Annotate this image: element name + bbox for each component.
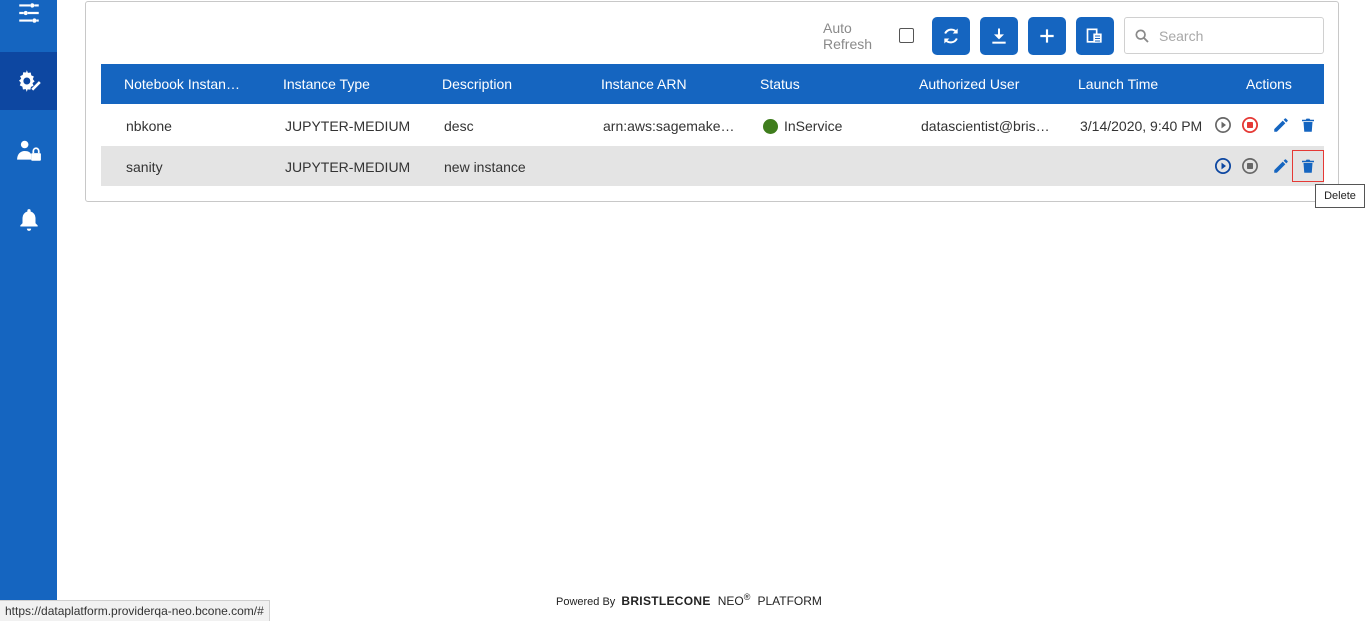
stop-button[interactable] — [1240, 156, 1260, 176]
export-icon — [1086, 28, 1102, 43]
footer-registered-mark: ® — [743, 592, 751, 602]
footer-neo: NEO® — [717, 592, 751, 608]
cell-launch-time: 3/14/2020, 9:40 PM — [1080, 118, 1203, 134]
start-button[interactable] — [1213, 115, 1233, 135]
column-header-launch-time[interactable]: Launch Time — [1078, 76, 1158, 92]
play-circle-icon — [1214, 157, 1232, 175]
refresh-icon — [944, 28, 958, 44]
sidebar-item-settings[interactable] — [0, 52, 57, 110]
stop-circle-icon — [1241, 116, 1259, 134]
pencil-icon — [1274, 159, 1288, 173]
start-button[interactable] — [1213, 156, 1233, 176]
gear-settings-icon — [18, 70, 41, 92]
footer: Powered By BRISTLECONE NEO® PLATFORM — [556, 592, 822, 608]
column-header-instance-arn[interactable]: Instance ARN — [601, 76, 687, 92]
user-lock-icon — [16, 140, 41, 161]
edit-button[interactable] — [1271, 156, 1291, 176]
table-header: Notebook Instan… Instance Type Descripti… — [101, 64, 1324, 104]
footer-brand-logo: BRISTLECONE — [621, 594, 711, 608]
auto-refresh-label-line2: Refresh — [823, 36, 873, 52]
auto-refresh-checkbox[interactable] — [899, 28, 914, 43]
plus-icon — [1040, 29, 1054, 43]
export-button[interactable] — [1076, 17, 1114, 55]
trash-icon — [1302, 118, 1314, 132]
sidebar-item-notifications[interactable] — [0, 191, 57, 249]
column-header-description[interactable]: Description — [442, 76, 512, 92]
table-row: nbkone JUPYTER-MEDIUM desc arn:aws:sagem… — [101, 105, 1324, 145]
browser-status-url: https://dataplatform.providerqa-neo.bcon… — [0, 600, 270, 621]
sidebar-item-pipelines[interactable] — [0, 0, 57, 42]
column-header-instance-type[interactable]: Instance Type — [283, 76, 370, 92]
trash-icon — [1302, 159, 1314, 173]
sidebar-item-user-access[interactable] — [0, 122, 57, 180]
stop-button[interactable] — [1240, 115, 1260, 135]
refresh-button[interactable] — [932, 17, 970, 55]
cell-type: JUPYTER-MEDIUM — [285, 118, 411, 134]
cell-status: InService — [763, 118, 903, 134]
cell-type: JUPYTER-MEDIUM — [285, 159, 411, 175]
footer-platform: PLATFORM — [757, 594, 822, 608]
stop-circle-icon — [1242, 158, 1258, 174]
sidebar — [0, 0, 57, 621]
bell-icon — [19, 209, 38, 231]
delete-button[interactable] — [1292, 150, 1324, 182]
download-icon — [992, 28, 1006, 44]
cell-name: sanity — [126, 159, 163, 175]
play-circle-icon — [1215, 117, 1231, 133]
delete-button[interactable] — [1298, 115, 1318, 135]
table-row: sanity JUPYTER-MEDIUM new instance — [101, 146, 1324, 186]
status-indicator — [763, 119, 778, 134]
notebook-instances-panel: Auto Refresh Notebook Instan… Instance T… — [85, 1, 1339, 202]
column-header-authorized-user[interactable]: Authorized User — [919, 76, 1019, 92]
delete-tooltip: Delete — [1315, 184, 1365, 208]
edit-button[interactable] — [1271, 115, 1291, 135]
footer-neo-text: NEO — [717, 594, 744, 608]
column-header-actions: Actions — [1246, 76, 1292, 92]
cell-description: desc — [444, 118, 474, 134]
search-box — [1124, 17, 1324, 54]
column-header-notebook-instance[interactable]: Notebook Instan… — [124, 76, 240, 92]
search-icon — [1135, 29, 1149, 43]
cell-authorized-user: datascientist@bris… — [921, 118, 1050, 134]
sliders-icon — [18, 3, 39, 23]
download-button[interactable] — [980, 17, 1018, 55]
auto-refresh-label-line1: Auto — [823, 20, 852, 36]
cell-name: nbkone — [126, 118, 172, 134]
column-header-status[interactable]: Status — [760, 76, 800, 92]
add-instance-button[interactable] — [1028, 17, 1066, 55]
pencil-icon — [1274, 118, 1288, 132]
auto-refresh-label: Auto Refresh — [823, 20, 872, 52]
status-text: InService — [784, 118, 843, 134]
footer-powered-by: Powered By — [556, 596, 616, 608]
cell-arn: arn:aws:sagemake… — [603, 118, 735, 134]
search-input[interactable] — [1159, 26, 1317, 46]
cell-description: new instance — [444, 159, 526, 175]
